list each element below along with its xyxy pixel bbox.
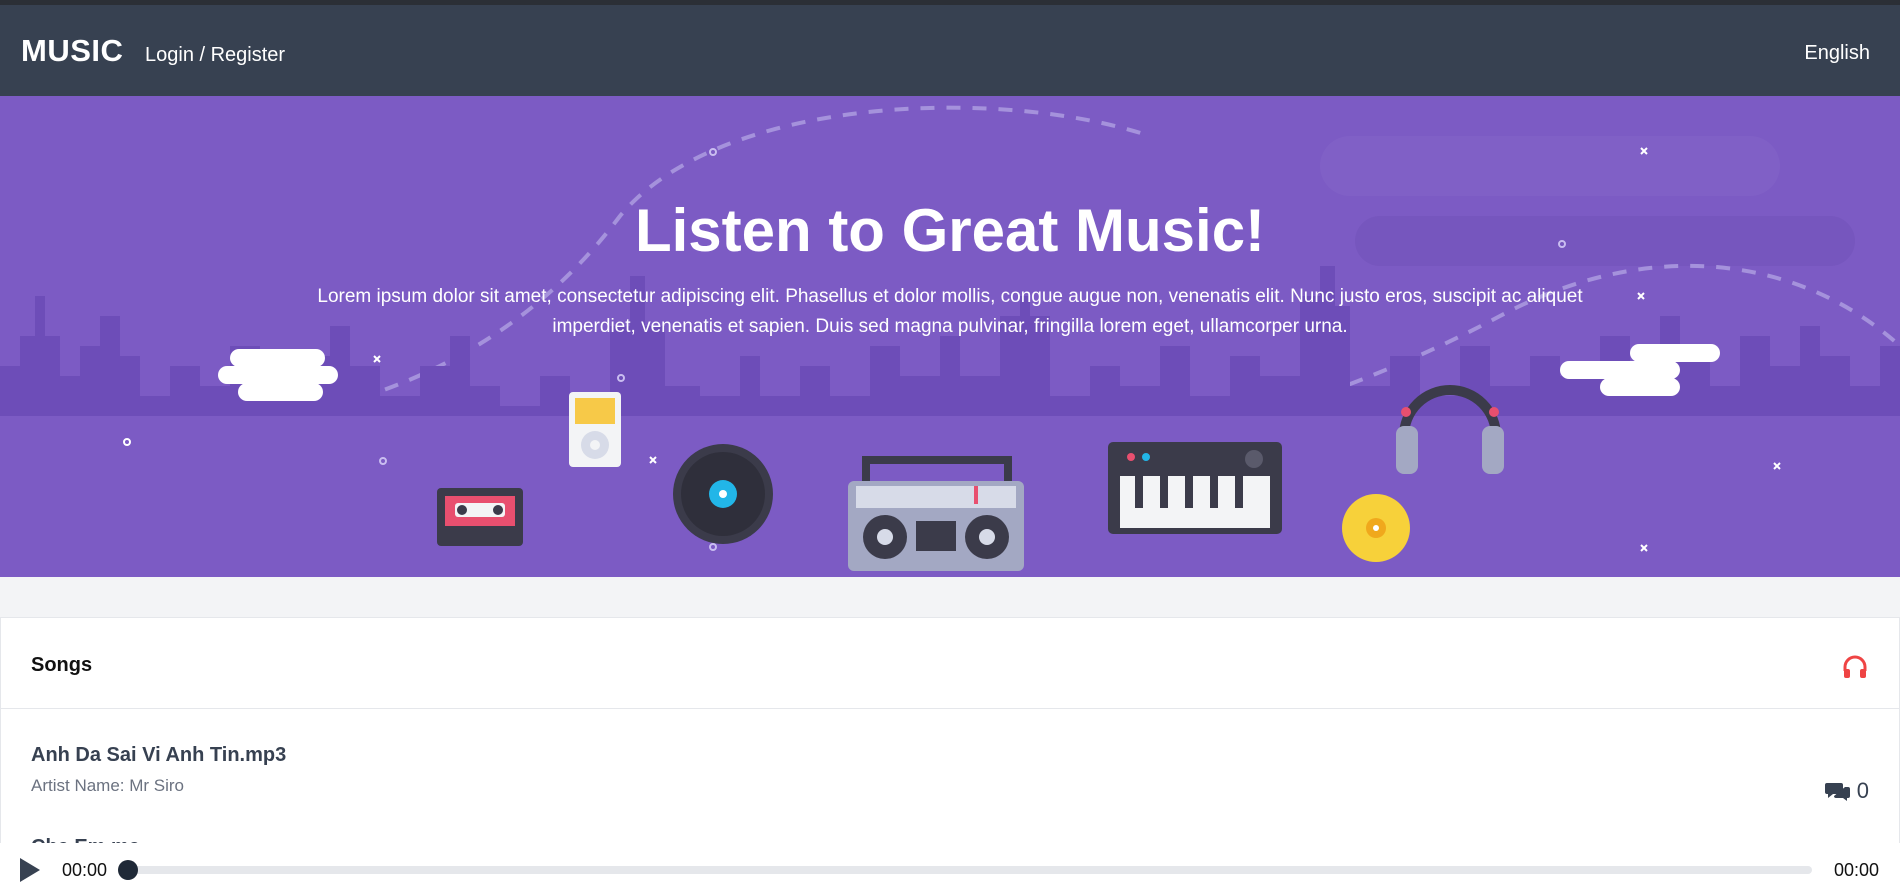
songs-panel-header: Songs [1, 618, 1899, 709]
comment-count[interactable]: 0 [1824, 778, 1869, 804]
song-title[interactable]: Anh Da Sai Vi Anh Tin.mp3 [31, 744, 286, 767]
comments-icon [1824, 783, 1850, 801]
brand-logo[interactable]: MUSIC [21, 33, 123, 69]
headphones-icon[interactable] [1841, 653, 1869, 681]
play-icon[interactable] [18, 857, 42, 883]
audio-player: 00:00 00:00 [0, 843, 1900, 893]
song-item[interactable]: Anh Da Sai Vi Anh Tin.mp3 Artist Name: M… [31, 744, 1881, 804]
song-artist: Artist Name: Mr Siro [31, 776, 185, 795]
songs-panel-title: Songs [31, 654, 93, 676]
hero-banner: Listen to Great Music! Lorem ipsum dolor… [0, 96, 1900, 577]
login-register-link[interactable]: Login / Register [145, 44, 285, 67]
comment-count-value: 0 [1856, 778, 1869, 803]
progress-track[interactable] [128, 866, 1812, 874]
navbar: MUSIC Login / Register English [0, 5, 1900, 96]
language-selector[interactable]: English [1804, 42, 1870, 65]
hero-title: Listen to Great Music! [634, 197, 1266, 264]
hero-description: Lorem ipsum dolor sit amet, consectetur … [317, 286, 1583, 337]
progress-knob[interactable] [118, 860, 138, 880]
current-time: 00:00 [62, 860, 108, 880]
duration-time: 00:00 [1833, 860, 1879, 880]
